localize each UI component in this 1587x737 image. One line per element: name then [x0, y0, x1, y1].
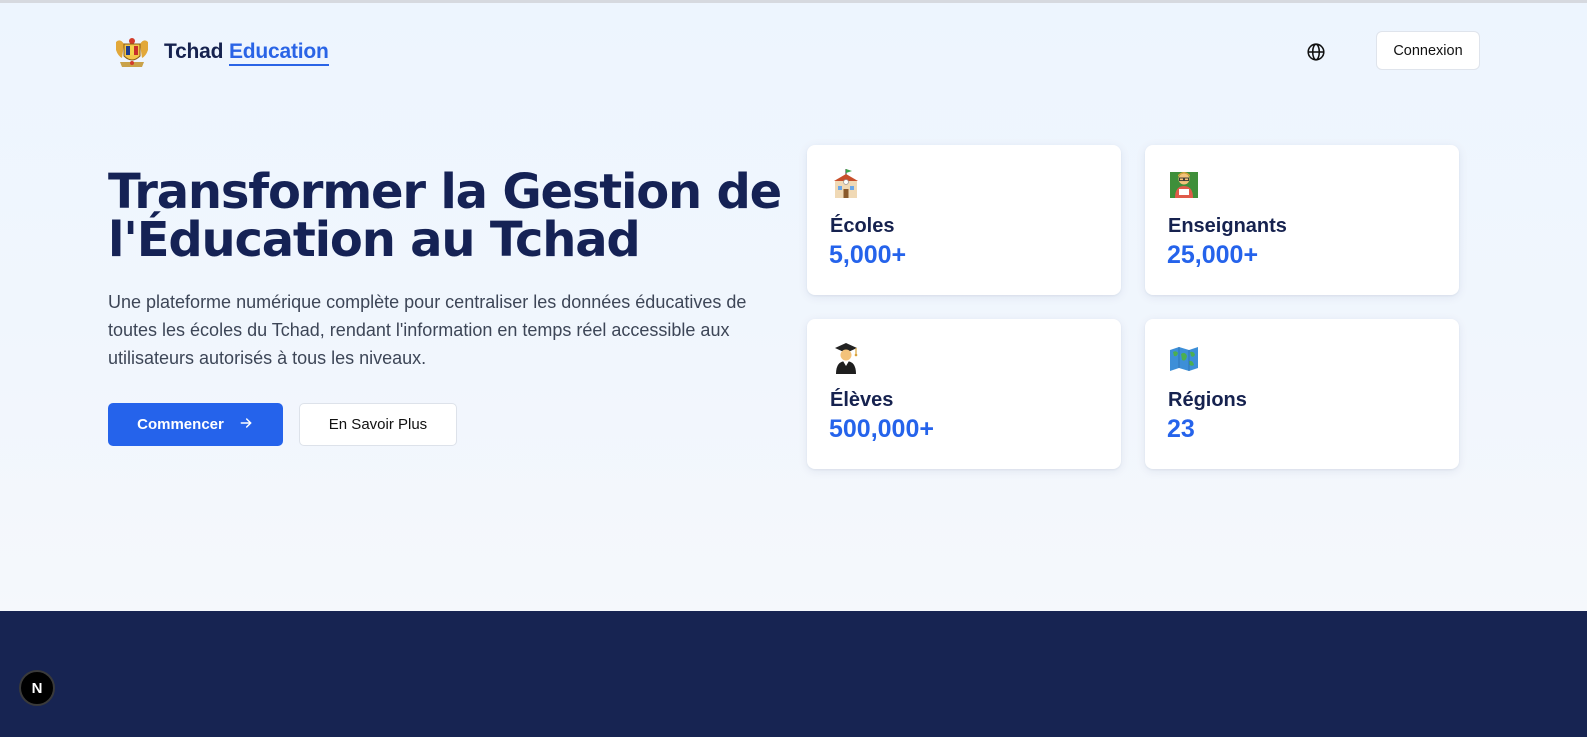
- stat-card-regions: Régions 23: [1145, 319, 1459, 469]
- dev-tools-badge[interactable]: N: [19, 670, 55, 706]
- arrow-right-icon: [238, 415, 254, 435]
- school-icon: [829, 167, 863, 201]
- stat-value: 23: [1167, 415, 1195, 443]
- map-icon: [1167, 341, 1201, 375]
- graduate-icon: [829, 341, 863, 375]
- coat-of-arms-icon: [108, 30, 156, 74]
- get-started-button[interactable]: Commencer: [108, 403, 283, 446]
- brand-name: Tchad Education: [164, 40, 329, 66]
- hero-headline-line2: l'Éducation au Tchad: [108, 212, 641, 268]
- stat-card-teachers: Enseignants 25,000+: [1145, 145, 1459, 295]
- get-started-label: Commencer: [137, 416, 224, 433]
- brand-name-accent: Education: [228, 40, 329, 66]
- stat-card-schools: Écoles 5,000+: [807, 145, 1121, 295]
- stat-value: 25,000+: [1167, 241, 1259, 269]
- language-globe-icon[interactable]: [1305, 41, 1327, 63]
- footer-section: [0, 611, 1587, 737]
- site-header: Tchad Education Connexion: [108, 30, 1480, 74]
- login-button[interactable]: Connexion: [1376, 31, 1480, 70]
- learn-more-button[interactable]: En Savoir Plus: [299, 403, 457, 446]
- stat-value: 5,000+: [829, 241, 907, 269]
- stat-label: Écoles: [830, 215, 895, 237]
- stat-card-students: Élèves 500,000+: [807, 319, 1121, 469]
- teacher-icon: [1167, 167, 1201, 201]
- hero-headline: Transformer la Gestion de l'Éducation au…: [108, 168, 788, 264]
- stat-value: 500,000+: [829, 415, 934, 443]
- brand-logo-link[interactable]: Tchad Education: [108, 30, 329, 74]
- brand-name-prefix: Tchad: [164, 40, 224, 63]
- stat-label: Élèves: [830, 389, 894, 411]
- hero-description: Une plateforme numérique complète pour c…: [108, 292, 747, 368]
- stat-label: Régions: [1168, 389, 1247, 411]
- stat-label: Enseignants: [1168, 215, 1287, 237]
